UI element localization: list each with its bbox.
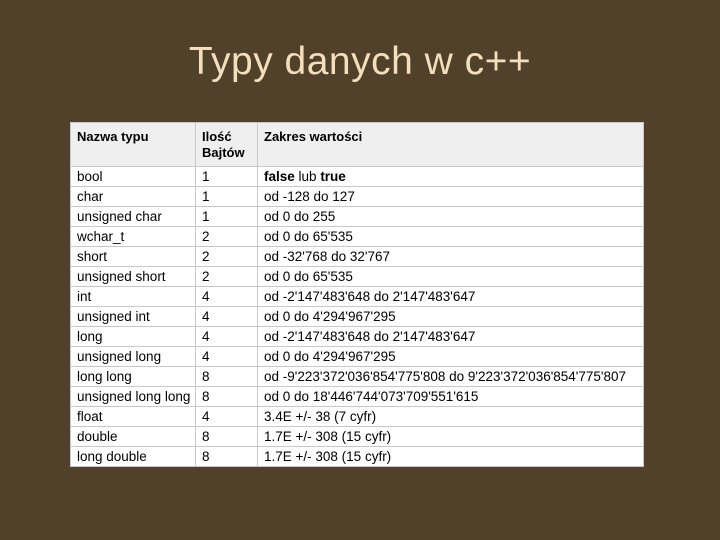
- cell-value-range: od 0 do 65'535: [257, 266, 644, 287]
- table-row: unsigned long long 8 od 0 do 18'446'744'…: [70, 386, 644, 407]
- table-row: unsigned long 4 od 0 do 4'294'967'295: [70, 346, 644, 367]
- range-text: od 0 do 4'294'967'295: [264, 309, 396, 324]
- table-row: short 2 od -32'768 do 32'767: [70, 246, 644, 267]
- cell-type-name: bool: [70, 166, 196, 187]
- range-text: od 0 do 255: [264, 209, 336, 224]
- cell-type-name: int: [70, 286, 196, 307]
- cell-value-range: 3.4E +/- 38 (7 cyfr): [257, 406, 644, 427]
- table-row: wchar_t 2 od 0 do 65'535: [70, 226, 644, 247]
- cell-type-name: unsigned short: [70, 266, 196, 287]
- column-header-byte-count-line2: Bajtów: [202, 145, 245, 160]
- cell-type-name: float: [70, 406, 196, 427]
- column-header-value-range: Zakres wartości: [257, 122, 644, 167]
- cell-type-name: long: [70, 326, 196, 347]
- range-text: od -32'768 do 32'767: [264, 249, 391, 264]
- table-row: unsigned short 2 od 0 do 65'535: [70, 266, 644, 287]
- cell-value-range: od 0 do 255: [257, 206, 644, 227]
- table-body: bool 1 false lub true char 1 od -128 do …: [70, 166, 644, 467]
- page-title: Typy danych w c++: [188, 40, 532, 83]
- cell-byte-count: 8: [195, 366, 258, 387]
- range-bold-false: false: [264, 169, 295, 184]
- table-row: int 4 od -2'147'483'648 do 2'147'483'647: [70, 286, 644, 307]
- cell-byte-count: 8: [195, 386, 258, 407]
- table-header-row: Nazwa typu Ilość Bajtów Zakres wartości: [70, 122, 644, 167]
- cell-value-range: od -2'147'483'648 do 2'147'483'647: [257, 326, 644, 347]
- cell-byte-count: 2: [195, 266, 258, 287]
- column-header-byte-count: Ilość Bajtów: [195, 122, 258, 167]
- range-text: 1.7E +/- 308 (15 cyfr): [264, 449, 392, 464]
- column-header-type-name-line1: Nazwa typu: [77, 129, 149, 144]
- cell-byte-count: 2: [195, 226, 258, 247]
- range-text: od -2'147'483'648 do 2'147'483'647: [264, 289, 476, 304]
- cell-byte-count: 2: [195, 246, 258, 267]
- cell-type-name: long double: [70, 446, 196, 467]
- table-row: float 4 3.4E +/- 38 (7 cyfr): [70, 406, 644, 427]
- cell-type-name: long long: [70, 366, 196, 387]
- cell-type-name: unsigned char: [70, 206, 196, 227]
- cell-value-range: od 0 do 4'294'967'295: [257, 346, 644, 367]
- cell-byte-count: 8: [195, 426, 258, 447]
- cell-type-name: double: [70, 426, 196, 447]
- column-header-value-range-line1: Zakres wartości: [264, 129, 363, 144]
- cell-value-range: od 0 do 18'446'744'073'709'551'615: [257, 386, 644, 407]
- cell-value-range: 1.7E +/- 308 (15 cyfr): [257, 446, 644, 467]
- cell-byte-count: 4: [195, 346, 258, 367]
- cell-byte-count: 8: [195, 446, 258, 467]
- range-text: od -9'223'372'036'854'775'808 do 9'223'3…: [264, 369, 627, 384]
- table-row: bool 1 false lub true: [70, 166, 644, 187]
- range-text: od -2'147'483'648 do 2'147'483'647: [264, 329, 476, 344]
- table-row: double 8 1.7E +/- 308 (15 cyfr): [70, 426, 644, 447]
- cell-type-name: wchar_t: [70, 226, 196, 247]
- slide: Typy danych w c++ Nazwa typu Ilość Bajtó…: [0, 0, 720, 540]
- range-text: od 0 do 4'294'967'295: [264, 349, 396, 364]
- range-text: od 0 do 65'535: [264, 269, 353, 284]
- cell-value-range: od -2'147'483'648 do 2'147'483'647: [257, 286, 644, 307]
- cell-type-name: unsigned int: [70, 306, 196, 327]
- cell-value-range: od -9'223'372'036'854'775'808 do 9'223'3…: [257, 366, 644, 387]
- cell-value-range: od -128 do 127: [257, 186, 644, 207]
- cell-type-name: unsigned long: [70, 346, 196, 367]
- cell-value-range: false lub true: [257, 166, 644, 187]
- range-text: od 0 do 18'446'744'073'709'551'615: [264, 389, 479, 404]
- cell-byte-count: 4: [195, 306, 258, 327]
- types-table-container: Nazwa typu Ilość Bajtów Zakres wartości …: [70, 122, 644, 467]
- table-row: char 1 od -128 do 127: [70, 186, 644, 207]
- cell-byte-count: 4: [195, 326, 258, 347]
- cell-byte-count: 4: [195, 406, 258, 427]
- range-text: 1.7E +/- 308 (15 cyfr): [264, 429, 392, 444]
- range-bold-true: true: [320, 169, 346, 184]
- cell-byte-count: 1: [195, 166, 258, 187]
- cell-value-range: od 0 do 4'294'967'295: [257, 306, 644, 327]
- range-text: od -128 do 127: [264, 189, 355, 204]
- table-row: long 4 od -2'147'483'648 do 2'147'483'64…: [70, 326, 644, 347]
- table-row: long long 8 od -9'223'372'036'854'775'80…: [70, 366, 644, 387]
- cell-value-range: od -32'768 do 32'767: [257, 246, 644, 267]
- cell-byte-count: 1: [195, 186, 258, 207]
- cell-type-name: char: [70, 186, 196, 207]
- cell-type-name: unsigned long long: [70, 386, 196, 407]
- table-row: long double 8 1.7E +/- 308 (15 cyfr): [70, 446, 644, 467]
- range-text: 3.4E +/- 38 (7 cyfr): [264, 409, 377, 424]
- cell-type-name: short: [70, 246, 196, 267]
- range-text: od 0 do 65'535: [264, 229, 353, 244]
- column-header-type-name: Nazwa typu: [70, 122, 196, 167]
- cell-value-range: 1.7E +/- 308 (15 cyfr): [257, 426, 644, 447]
- cell-value-range: od 0 do 65'535: [257, 226, 644, 247]
- cell-byte-count: 4: [195, 286, 258, 307]
- table-row: unsigned char 1 od 0 do 255: [70, 206, 644, 227]
- data-types-table: Nazwa typu Ilość Bajtów Zakres wartości …: [70, 122, 644, 467]
- column-header-byte-count-line1: Ilość: [202, 129, 232, 144]
- cell-byte-count: 1: [195, 206, 258, 227]
- table-row: unsigned int 4 od 0 do 4'294'967'295: [70, 306, 644, 327]
